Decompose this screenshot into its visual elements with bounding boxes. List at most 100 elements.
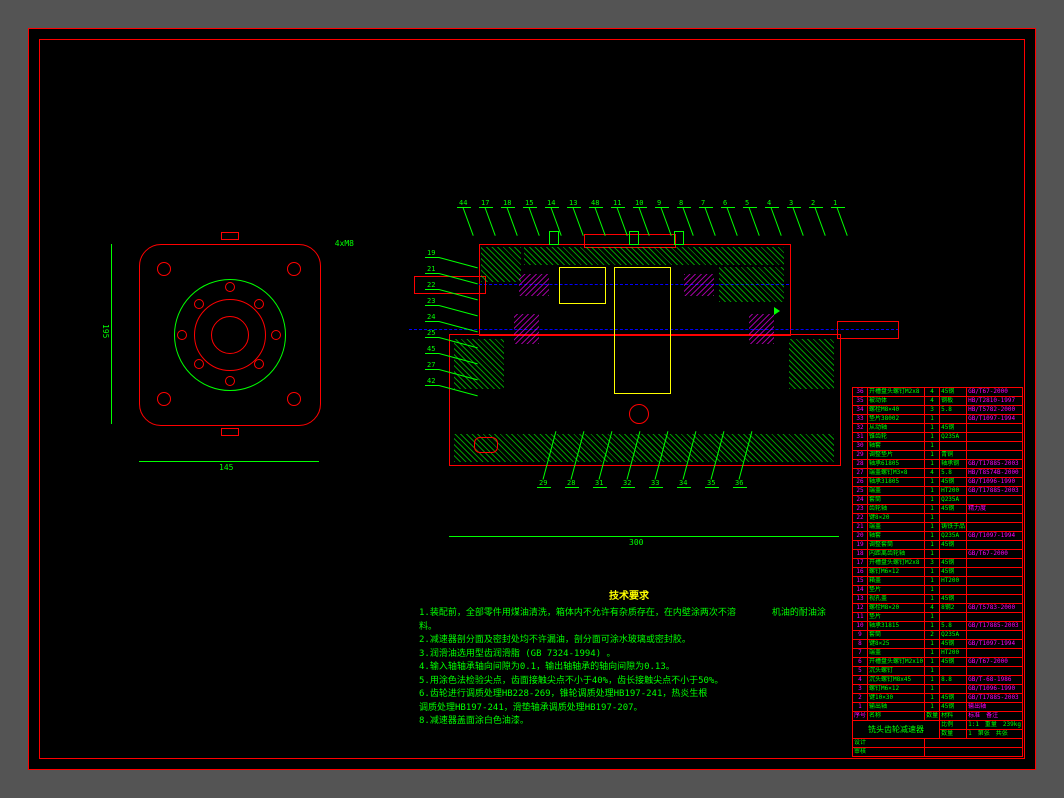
tab-bottom xyxy=(221,428,239,436)
leader-line xyxy=(529,207,540,236)
balloon: 29 xyxy=(539,479,547,487)
tech-title: 技术要求 xyxy=(419,589,839,604)
bom-row: 25端盖1HT200GB/T17885-2003 xyxy=(852,487,1022,496)
balloon: 45 xyxy=(427,345,435,353)
bom-row: 22键8×201 xyxy=(852,514,1022,523)
bolt-hole xyxy=(254,359,264,369)
balloon: 11 xyxy=(613,199,621,207)
leader-underline xyxy=(425,385,439,386)
pinion xyxy=(559,267,606,304)
bom-header: 序号名称数量材料标准 备注 xyxy=(852,712,1022,721)
drain-plug xyxy=(474,437,498,453)
bom-row: 8键8×25145钢GB/T1097-1994 xyxy=(852,640,1022,649)
bolt xyxy=(629,231,639,245)
leader-line xyxy=(771,207,782,236)
leader-underline xyxy=(425,305,439,306)
leader-line xyxy=(815,207,826,236)
leader-underline xyxy=(699,207,713,208)
flow-arrow-icon xyxy=(774,307,780,315)
bom-row: 1输出轴145钢输出轴 xyxy=(852,703,1022,712)
tech-item: 4.输入轴轴承轴向间隙为0.1，输出轴轴承的轴向间隙为0.13。 xyxy=(419,661,839,675)
corner-hole xyxy=(287,262,301,276)
tech-item: 1.装配前，全部零件用煤油清洗，箱体内不允许有杂质存在，在内壁涂两次不溶 机油的… xyxy=(419,607,839,634)
bom-row: 7端盖1HT200 xyxy=(852,649,1022,658)
hatch xyxy=(454,434,834,462)
dim-height: 195 xyxy=(101,324,110,338)
leader-underline xyxy=(765,207,779,208)
balloon: 35 xyxy=(707,479,715,487)
leader-underline xyxy=(545,207,559,208)
hatch xyxy=(789,339,834,389)
leader-line xyxy=(639,207,650,236)
leader-underline xyxy=(425,353,439,354)
tech-item: 调质处理HB197-241，滑垫轴承调质处理HB197-207。 xyxy=(419,702,839,716)
balloon: 24 xyxy=(427,313,435,321)
balloon: 44 xyxy=(459,199,467,207)
hatch xyxy=(454,339,504,389)
bom-row: 2键10×30145钢GB/T17885-2003 xyxy=(852,694,1022,703)
leader-underline xyxy=(677,207,691,208)
tab-top xyxy=(221,232,239,240)
leader-underline xyxy=(565,487,579,488)
leader-line xyxy=(683,207,694,236)
bom-row: 33垫片380021GB/T1097-1994 xyxy=(852,415,1022,424)
balloon: 3 xyxy=(789,199,793,207)
corner-hole xyxy=(157,392,171,406)
bom-row: 27端盖螺钉M3×845.8HB/T8574B-2000 xyxy=(852,469,1022,478)
leader-underline xyxy=(501,207,515,208)
tech-item: 5.用涂色法检验尖点，齿面接触尖点不小于40%，齿长接触尖点不小于50%。 xyxy=(419,675,839,689)
balloon: 4 xyxy=(767,199,771,207)
bolt-hole xyxy=(194,299,204,309)
leader-underline xyxy=(831,207,845,208)
bom-row: 6开槽盘头螺钉M2x10145钢GB/T67-2000 xyxy=(852,658,1022,667)
bom-row: 11垫片1 xyxy=(852,613,1022,622)
leader-underline xyxy=(457,207,471,208)
hatch xyxy=(481,247,521,282)
dim-width: 145 xyxy=(219,463,233,472)
balloon: 2 xyxy=(811,199,815,207)
bom-row: 9套筒2Q235A xyxy=(852,631,1022,640)
bom-row: 31锥齿轮1Q235A xyxy=(852,433,1022,442)
title-row: 铣头齿轮减速器比例1:1 重量 239kg xyxy=(852,721,1022,730)
balloon: 10 xyxy=(635,199,643,207)
hatch xyxy=(719,267,784,302)
balloon: 31 xyxy=(595,479,603,487)
oil-sight xyxy=(629,404,649,424)
leader-underline xyxy=(633,207,647,208)
leader-underline xyxy=(721,207,735,208)
bom-row: 12螺栓M8×2048钢2GB/T5783-2000 xyxy=(852,604,1022,613)
tech-item: 8.减速器盖面涂白色油漆。 xyxy=(419,715,839,729)
gear-wheel xyxy=(614,267,671,394)
bom-table: 36开槽盘头螺钉M2x8445钢GB/T67-200035被动体4钢板HB/T2… xyxy=(852,387,1023,757)
corner-hole xyxy=(287,392,301,406)
leader-line xyxy=(463,207,474,236)
tech-item: 6.齿轮进行调质处理HB228-269，锥轮调质处理HB197-241，热炎生根 xyxy=(419,688,839,702)
bom-row: 21端盖1铸铁于品 xyxy=(852,523,1022,532)
balloon: 5 xyxy=(745,199,749,207)
flange-front-view: 195 145 4xM8 xyxy=(129,234,329,434)
bom-row: 13视孔盖145钢 xyxy=(852,595,1022,604)
leader-line xyxy=(595,207,606,236)
bolt-hole xyxy=(225,282,235,292)
balloon: 32 xyxy=(623,479,631,487)
leader-underline xyxy=(523,207,537,208)
tech-items: 1.装配前，全部零件用煤油清洗，箱体内不允许有杂质存在，在内壁涂两次不溶 机油的… xyxy=(419,607,839,729)
bom-row: 24套筒1Q235A xyxy=(852,496,1022,505)
bom-row: 29调整垫片1青铜 xyxy=(852,451,1022,460)
bom-row: 34螺栓M8×4035.8HB/T5782-2000 xyxy=(852,406,1022,415)
balloon: 1 xyxy=(833,199,837,207)
leader-underline xyxy=(425,321,439,322)
leader-underline xyxy=(425,257,439,258)
leader-underline xyxy=(655,207,669,208)
leader-underline xyxy=(567,207,581,208)
bom-row: 35被动体4钢板HB/T2810-1997 xyxy=(852,397,1022,406)
bom-row: 36开槽盘头螺钉M2x8445钢GB/T67-2000 xyxy=(852,388,1022,397)
leader-underline xyxy=(733,487,747,488)
leader-underline xyxy=(425,369,439,370)
bom-row: 3螺钉M6×121GB/T1096-1990 xyxy=(852,685,1022,694)
leader-underline xyxy=(425,337,439,338)
bom-row: 19调整套筒145钢 xyxy=(852,541,1022,550)
window-frame: 195 145 4xM8 xyxy=(0,0,1064,798)
leader-underline xyxy=(425,289,439,290)
leader-line xyxy=(727,207,738,236)
